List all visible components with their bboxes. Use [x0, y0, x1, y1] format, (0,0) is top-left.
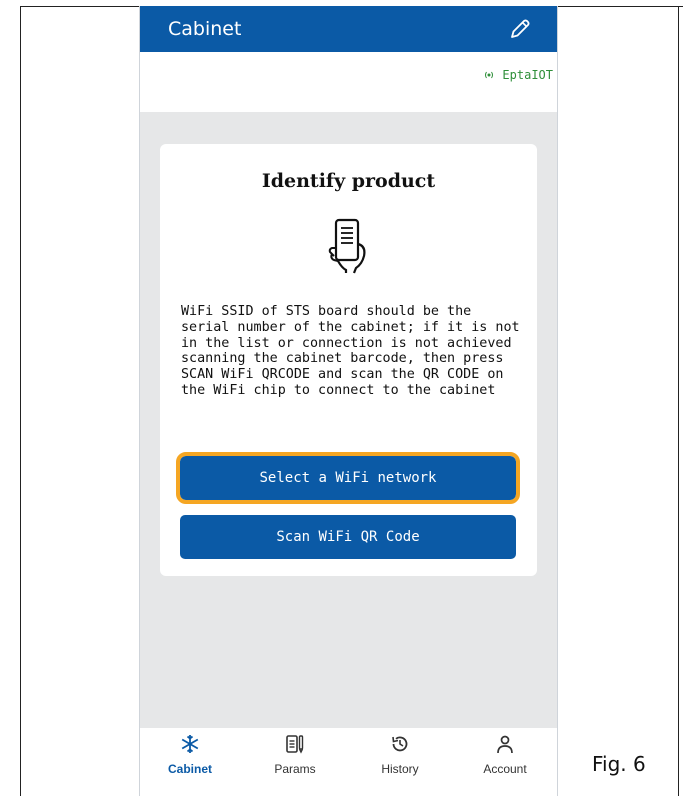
phone-in-hand-icon: [328, 218, 366, 274]
brand-name: EptaIOT: [502, 68, 553, 82]
bottom-nav: Cabinet Params History Account: [140, 728, 557, 796]
app-header: Cabinet: [140, 6, 557, 52]
card-title: Identify product: [261, 170, 436, 192]
nav-label-history: History: [381, 762, 419, 776]
phone-screen: Cabinet EptaIOT Identify product WiFi SS…: [139, 6, 558, 796]
signal-icon: [485, 71, 494, 79]
brand-bar: EptaIOT: [140, 52, 557, 112]
select-wifi-network-button[interactable]: Select a WiFi network: [176, 452, 520, 504]
figure-frame-left: [20, 6, 21, 796]
figure-frame-right: [678, 6, 679, 796]
nav-item-params[interactable]: Params: [255, 734, 335, 784]
snowflake-icon: [181, 735, 199, 753]
nav-item-cabinet[interactable]: Cabinet: [150, 734, 230, 784]
user-icon: [497, 735, 513, 754]
figure-label: Fig. 6: [592, 752, 646, 776]
nav-item-account[interactable]: Account: [465, 734, 545, 784]
brand-label: EptaIOT: [484, 68, 553, 82]
scan-wifi-qr-button[interactable]: Scan WiFi QR Code: [180, 515, 516, 559]
nav-label-account: Account: [483, 762, 527, 776]
page-title: Cabinet: [168, 18, 242, 40]
card-description: WiFi SSID of STS board should be the ser…: [181, 304, 520, 398]
params-icon: [286, 735, 304, 754]
nav-item-history[interactable]: History: [360, 734, 440, 784]
nav-label-cabinet: Cabinet: [167, 762, 212, 776]
identify-product-card: Identify product WiFi SSID of STS board …: [160, 144, 537, 576]
pencil-icon[interactable]: [508, 17, 532, 41]
nav-label-params: Params: [274, 762, 316, 776]
history-icon: [392, 736, 408, 752]
